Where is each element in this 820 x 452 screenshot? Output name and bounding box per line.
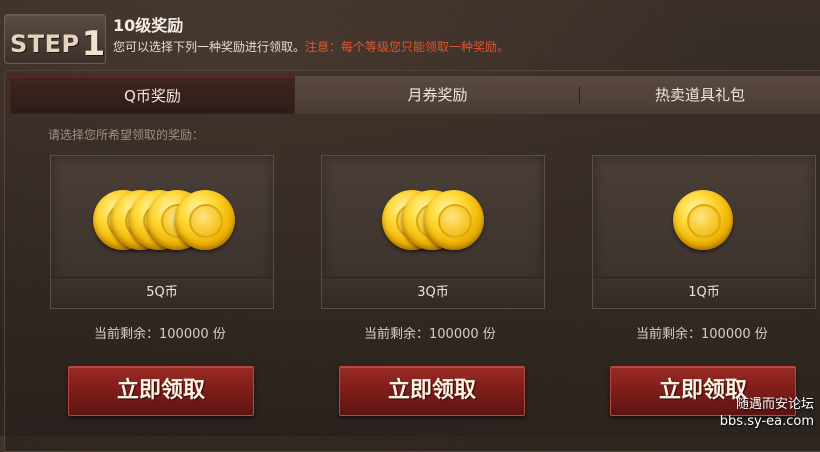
- description-text: 您可以选择下列一种奖励进行领取。: [113, 40, 306, 54]
- reward-label: 5Q币: [51, 277, 273, 308]
- step-number: 1: [81, 24, 106, 64]
- stock-remaining: 当前剩余：100000 份: [636, 327, 768, 342]
- reward-card-3q[interactable]: 3Q币: [321, 155, 545, 309]
- notice-text: 注意：每个等级您只能领取一种奖励。: [305, 40, 510, 54]
- claim-button[interactable]: 立即领取: [68, 366, 254, 416]
- tab-q-coin[interactable]: Q币奖励: [10, 76, 295, 114]
- tab-item-pack[interactable]: 热卖道具礼包: [580, 76, 820, 114]
- coin-icon: [175, 190, 235, 250]
- watermark-line2: bbs.sy-ea.com: [719, 414, 814, 429]
- reward-card-1q[interactable]: 1Q币: [592, 155, 816, 309]
- page-header: STEP1 10级奖励 您可以选择下列一种奖励进行领取。注意：每个等级您只能领取…: [0, 0, 820, 70]
- claim-button[interactable]: 立即领取: [339, 366, 525, 416]
- selection-prompt: 请选择您所希望领取的奖励：: [48, 128, 205, 142]
- step-label: STEP1: [10, 24, 106, 64]
- stock-remaining: 当前剩余：100000 份: [94, 327, 226, 342]
- reward-card-5q[interactable]: 5Q币: [50, 155, 274, 309]
- forum-watermark: 随遇而安论坛 bbs.sy-ea.com: [720, 396, 814, 430]
- tab-monthly-coupon[interactable]: 月券奖励: [295, 76, 580, 114]
- coin-icon: [424, 190, 484, 250]
- page-title: 10级奖励: [113, 16, 184, 35]
- stock-remaining: 当前剩余：100000 份: [364, 327, 496, 342]
- page-description: 您可以选择下列一种奖励进行领取。注意：每个等级您只能领取一种奖励。: [113, 38, 509, 55]
- reward-label: 1Q币: [593, 277, 815, 308]
- reward-label: 3Q币: [322, 277, 544, 308]
- coin-icon: [673, 190, 733, 250]
- watermark-line1: 随遇而安论坛: [735, 397, 814, 412]
